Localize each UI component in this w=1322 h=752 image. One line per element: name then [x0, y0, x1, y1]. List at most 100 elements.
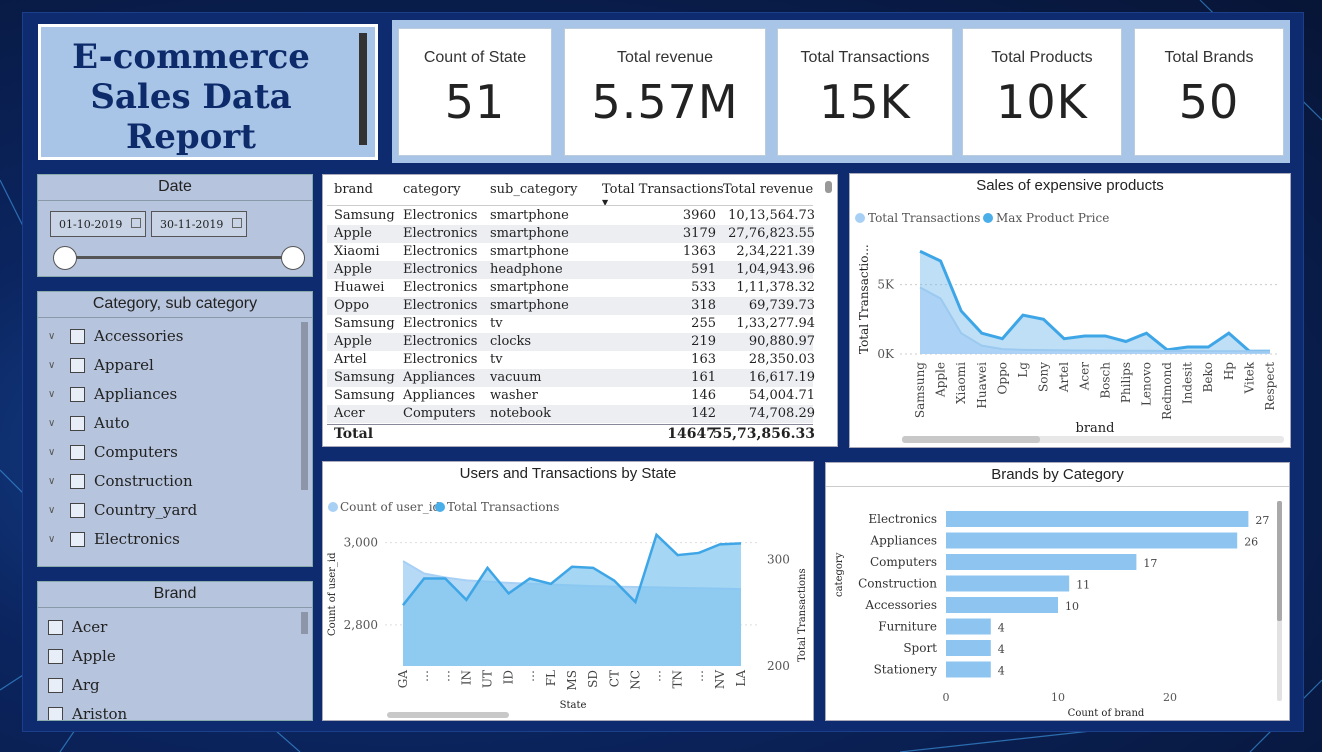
category-item[interactable]: ∨ Apparel — [48, 354, 154, 376]
legend-marker — [983, 213, 993, 223]
calendar-icon[interactable] — [232, 218, 242, 228]
table-row[interactable]: Apple Electronics headphone 591 1,04,943.96 — [327, 261, 815, 279]
category-item[interactable]: ∨ Computers — [48, 441, 178, 463]
data-label: 26 — [1244, 536, 1258, 549]
table-row[interactable]: Samsung Electronics smartphone 3960 10,13,56… — [327, 207, 815, 225]
checkbox[interactable] — [70, 444, 85, 460]
category-label: Accessories — [94, 327, 184, 345]
category-item[interactable]: ∨ Appliances — [48, 383, 177, 405]
checkbox[interactable] — [48, 677, 63, 693]
brand-item[interactable]: Arg — [48, 674, 100, 696]
chevron-down-icon[interactable]: ∨ — [48, 476, 62, 487]
bar[interactable] — [946, 597, 1058, 613]
table-row[interactable]: Artel Electronics tv 163 28,350.03 — [327, 351, 815, 369]
bar[interactable] — [946, 618, 991, 635]
x-tick-label: Oppo — [995, 362, 1009, 394]
table-cell: tv — [490, 352, 503, 367]
category-item[interactable]: ∨ Country_yard — [48, 499, 197, 521]
column-header[interactable]: category — [403, 182, 461, 197]
category-item[interactable]: ∨ Construction — [48, 470, 193, 492]
table-row[interactable]: Samsung Electronics tv 255 1,33,277.94 — [327, 315, 815, 333]
bar[interactable] — [946, 640, 991, 656]
checkbox[interactable] — [70, 531, 85, 547]
table-cell: Huawei — [334, 280, 385, 295]
table-cell: 318 — [691, 298, 716, 313]
kpi-value: 5.57M — [591, 75, 739, 129]
checkbox[interactable] — [48, 648, 63, 664]
table-row[interactable]: Oppo Electronics smartphone 318 69,739.73 — [327, 297, 815, 315]
kpi-strip: Count of State 51 Total revenue 5.57M To… — [392, 20, 1290, 163]
table-cell: smartphone — [490, 280, 569, 295]
start-date-input[interactable]: 01-10-2019 — [50, 211, 146, 237]
bar[interactable] — [946, 532, 1238, 549]
table-row[interactable]: Xiaomi Electronics smartphone 1363 2,34,221.… — [327, 243, 815, 261]
checkbox[interactable] — [70, 328, 85, 344]
x-axis-title: brand — [1076, 421, 1115, 436]
category-item[interactable]: ∨ Auto — [48, 412, 130, 434]
brand-item[interactable]: Acer — [48, 616, 107, 638]
table-row[interactable]: Samsung Appliances vacuum 161 16,617.19 — [327, 369, 815, 387]
kpi-card-products: Total Products 10K — [962, 28, 1122, 156]
chevron-down-icon[interactable]: ∨ — [48, 534, 62, 545]
column-header[interactable]: Total Transactions — [602, 182, 724, 197]
y-tick-label: 0K — [877, 347, 895, 361]
brand-item[interactable]: Apple — [48, 645, 116, 667]
table-cell: smartphone — [490, 226, 569, 241]
checkbox[interactable] — [70, 502, 85, 518]
checkbox[interactable] — [70, 415, 85, 431]
data-label: 10 — [1065, 600, 1079, 613]
table-cell: smartphone — [490, 244, 569, 259]
chevron-down-icon[interactable]: ∨ — [48, 505, 62, 516]
checkbox[interactable] — [70, 473, 85, 489]
column-header[interactable]: brand — [334, 182, 373, 197]
category-item[interactable]: ∨ Electronics — [48, 528, 180, 550]
y-tick-label: Furniture — [878, 620, 937, 634]
table-row[interactable]: Apple Electronics clocks 219 90,880.97 — [327, 333, 815, 351]
checkbox[interactable] — [48, 706, 63, 720]
category-scrollbar-thumb[interactable] — [301, 322, 308, 490]
chevron-down-icon[interactable]: ∨ — [48, 418, 62, 429]
x-tick-label: 20 — [1163, 691, 1177, 704]
brand-item[interactable]: Ariston — [48, 703, 128, 721]
table-row[interactable]: Acer Computers notebook 142 74,708.29 — [327, 405, 815, 423]
table-cell: Samsung — [334, 370, 395, 385]
bar[interactable] — [946, 661, 991, 678]
bar[interactable] — [946, 511, 1249, 527]
table-cell: Oppo — [334, 298, 370, 313]
x-tick-label: … — [692, 670, 706, 682]
table-cell: smartphone — [490, 208, 569, 223]
category-item[interactable]: ∨ Accessories — [48, 325, 183, 347]
sales-expensive-products-chart: Sales of expensive products Total Transa… — [849, 173, 1291, 448]
table-cell: Electronics — [403, 262, 478, 277]
date-range-end-handle[interactable] — [281, 246, 305, 270]
checkbox[interactable] — [48, 619, 63, 635]
chart-scrollbar-thumb[interactable] — [1277, 501, 1282, 621]
column-header[interactable]: Total revenue — [723, 182, 813, 197]
table-row[interactable]: Apple Electronics smartphone 3179 27,76,823.… — [327, 225, 815, 243]
table-row[interactable]: Huawei Electronics smartphone 533 1,11,378.3… — [327, 279, 815, 297]
brand-label: Ariston — [72, 705, 128, 721]
table-row[interactable]: Samsung Appliances washer 146 54,004.71 — [327, 387, 815, 405]
checkbox[interactable] — [70, 357, 85, 373]
bar[interactable] — [946, 554, 1137, 570]
end-date-input[interactable]: 30-11-2019 — [151, 211, 247, 237]
chevron-down-icon[interactable]: ∨ — [48, 331, 62, 342]
calendar-icon[interactable] — [131, 218, 141, 228]
series-area — [920, 251, 1270, 354]
checkbox[interactable] — [70, 386, 85, 402]
date-range-start-handle[interactable] — [53, 246, 77, 270]
table-cell: 142 — [691, 406, 716, 421]
bar[interactable] — [946, 575, 1070, 592]
chevron-down-icon[interactable]: ∨ — [48, 389, 62, 400]
x-tick-label: TN — [671, 670, 685, 689]
chart-scrollbar-thumb[interactable] — [902, 436, 1040, 443]
column-header[interactable]: sub_category — [490, 182, 578, 197]
brand-scrollbar-thumb[interactable] — [301, 612, 308, 634]
chevron-down-icon[interactable]: ∨ — [48, 447, 62, 458]
date-slicer-header: Date — [38, 175, 312, 201]
table-scrollbar-thumb[interactable] — [825, 181, 832, 193]
chart-scrollbar-thumb[interactable] — [387, 712, 509, 718]
users-chart-svg: Count of user_id Total Transactions 3,000 2… — [327, 500, 808, 718]
table-cell: Xiaomi — [334, 244, 380, 259]
chevron-down-icon[interactable]: ∨ — [48, 360, 62, 371]
